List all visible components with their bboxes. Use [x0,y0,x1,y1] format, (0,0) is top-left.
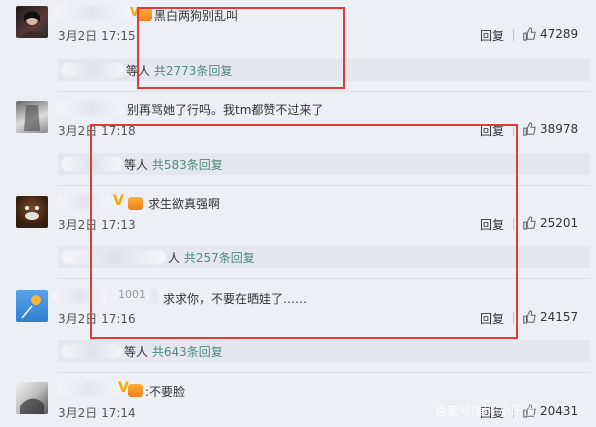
avatar[interactable] [16,290,48,322]
reply-summary[interactable]: 等人 共2773条回复 [58,59,590,81]
reply-prefix: 等人 [126,64,151,78]
reply-summary[interactable]: 等人 共583条回复 [58,153,590,175]
reply-button[interactable]: 回复 [480,216,504,233]
like-count: 47289 [540,27,579,41]
comment-text: :不要脸 [145,385,186,399]
replier-names [62,250,166,264]
watermark: 百家号/娱乐小乐谈 [435,404,536,418]
divider [513,29,514,41]
vip-icon [137,8,152,21]
comment-time: 3月2日 17:18 [58,124,136,138]
divider [58,278,590,279]
reply-summary[interactable]: 等人 共643条回复 [58,340,590,362]
avatar-image [24,105,40,131]
comment-time: 3月2日 17:13 [58,218,136,232]
reply-summary[interactable]: 人 共257条回复 [58,246,590,268]
like-count: 25201 [540,216,579,230]
avatar[interactable] [16,196,48,228]
divider [58,91,590,92]
like-button[interactable]: 25201 [522,216,578,230]
like-count: 38978 [540,122,579,136]
replier-names [62,344,122,358]
like-count: 24157 [540,310,579,324]
like-button[interactable]: 38978 [522,122,578,136]
username[interactable] [56,195,112,209]
like-button[interactable]: 24157 [522,310,578,324]
username[interactable] [52,289,108,303]
reply-button[interactable]: 回复 [480,122,504,139]
reply-count-link[interactable]: 共583条回复 [152,158,223,172]
divider [513,124,514,136]
avatar[interactable] [16,6,48,38]
username[interactable] [56,101,126,115]
thumbs-up-icon [523,122,536,136]
divider [513,312,514,324]
replier-names [62,157,122,171]
reply-prefix: 等人 [124,345,149,359]
username[interactable] [52,6,132,20]
username-fragment: 1001 [118,288,146,301]
vip-icon [128,384,143,397]
like-button[interactable]: 47289 [522,27,578,41]
avatar-image [20,398,44,414]
comment-text: 求求你，不要在晒娃了…… [163,292,308,306]
comment-time: 3月2日 17:15 [58,29,136,43]
verified-icon: V [113,193,124,209]
reply-button[interactable]: 回复 [480,27,504,44]
avatar-image [25,206,39,220]
replier-names [62,63,124,77]
reply-prefix: 人 [168,251,181,265]
thumbs-up-icon [523,310,536,324]
reply-count-link[interactable]: 共643条回复 [152,345,223,359]
thumbs-up-icon [523,216,536,230]
thumbs-up-icon [523,27,536,41]
username [146,289,162,303]
divider [58,372,590,373]
divider [58,185,590,186]
avatar-image [21,295,41,319]
comment-text: 求生欲真强啊 [148,197,221,211]
reply-count-link[interactable]: 共257条回复 [184,251,255,265]
avatar[interactable] [16,101,48,133]
vip-icon [128,197,143,210]
comment-time: 3月2日 17:14 [58,406,136,420]
divider [513,218,514,230]
avatar[interactable] [16,382,48,414]
comment-text: 别再骂她了行吗。我tm都赞不过来了 [127,103,324,117]
username[interactable] [56,382,120,396]
comment-text: 黑白两狗别乱叫 [154,9,239,23]
like-count: 20431 [540,404,579,418]
reply-prefix: 等人 [124,158,149,172]
comment-time: 3月2日 17:16 [58,312,136,326]
avatar-image [20,11,44,38]
reply-button[interactable]: 回复 [480,310,504,327]
reply-count-link[interactable]: 共2773条回复 [154,64,233,78]
